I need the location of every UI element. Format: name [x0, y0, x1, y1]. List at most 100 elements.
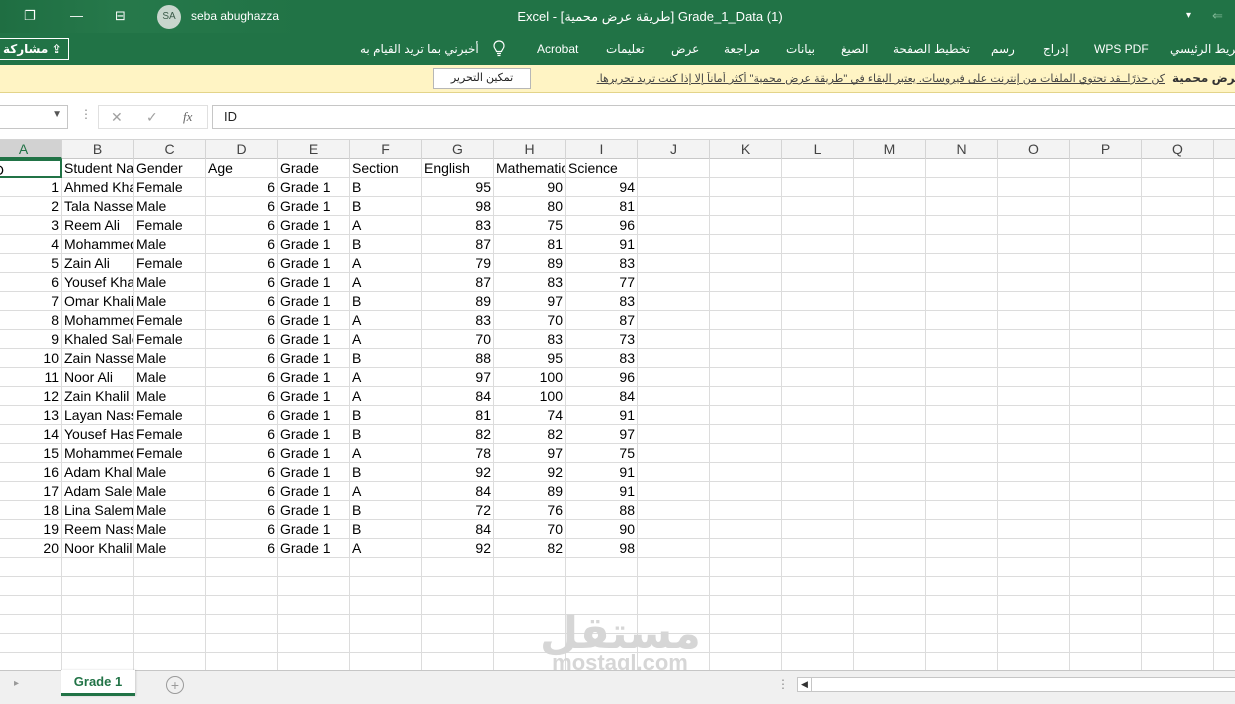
minimize-icon[interactable]: — [70, 6, 83, 26]
cancel-icon[interactable]: ✕ [111, 109, 123, 126]
cell[interactable]: Zain Nasser [62, 349, 134, 368]
cell[interactable] [1142, 558, 1214, 577]
cell[interactable] [638, 501, 710, 520]
cell[interactable] [278, 577, 350, 596]
cell[interactable] [422, 615, 494, 634]
cell[interactable] [1142, 596, 1214, 615]
cell[interactable] [998, 159, 1070, 178]
cell[interactable]: 83 [494, 273, 566, 292]
cell[interactable] [926, 577, 998, 596]
cell[interactable]: 96 [566, 216, 638, 235]
cell[interactable] [710, 653, 782, 670]
cell[interactable]: 88 [566, 501, 638, 520]
cell[interactable]: B [350, 406, 422, 425]
cell[interactable] [1142, 634, 1214, 653]
cell[interactable] [998, 634, 1070, 653]
cell[interactable] [566, 615, 638, 634]
cell[interactable] [638, 444, 710, 463]
cell[interactable]: B [350, 349, 422, 368]
cell[interactable] [854, 254, 926, 273]
cell[interactable] [854, 501, 926, 520]
cell[interactable] [1070, 444, 1142, 463]
cell[interactable]: Grade 1 [278, 330, 350, 349]
cell[interactable]: B [350, 178, 422, 197]
cell[interactable] [62, 615, 134, 634]
sheet-tab-grade-1[interactable]: Grade 1 [61, 670, 135, 696]
cell[interactable]: 79 [422, 254, 494, 273]
cell[interactable] [998, 482, 1070, 501]
cell[interactable] [1070, 596, 1142, 615]
cell[interactable] [926, 596, 998, 615]
cell[interactable] [782, 596, 854, 615]
cell[interactable] [0, 615, 62, 634]
cell[interactable] [638, 482, 710, 501]
cell[interactable]: Tala Nasser [62, 197, 134, 216]
cell[interactable]: Grade 1 [278, 539, 350, 558]
cell[interactable] [782, 159, 854, 178]
cell[interactable]: Male [134, 520, 206, 539]
add-sheet-icon[interactable]: + [166, 676, 184, 694]
cell[interactable] [998, 254, 1070, 273]
cell[interactable]: Grade 1 [278, 387, 350, 406]
cell[interactable] [206, 558, 278, 577]
cell[interactable]: 75 [566, 444, 638, 463]
cell[interactable] [1070, 387, 1142, 406]
cell[interactable]: Male [134, 273, 206, 292]
cell[interactable] [710, 178, 782, 197]
cell[interactable] [998, 406, 1070, 425]
cell[interactable] [1142, 653, 1214, 670]
cell[interactable] [206, 596, 278, 615]
cell[interactable]: Mohammed [62, 444, 134, 463]
cell[interactable]: 81 [494, 235, 566, 254]
cell[interactable]: 89 [494, 482, 566, 501]
cell[interactable] [998, 596, 1070, 615]
cell[interactable] [566, 577, 638, 596]
cell[interactable]: Female [134, 311, 206, 330]
cell[interactable]: 82 [422, 425, 494, 444]
cell[interactable] [998, 653, 1070, 670]
cell[interactable]: 97 [422, 368, 494, 387]
cell[interactable] [782, 387, 854, 406]
cell[interactable] [710, 406, 782, 425]
cell[interactable] [782, 615, 854, 634]
cell[interactable]: 97 [494, 292, 566, 311]
cell[interactable]: Male [134, 368, 206, 387]
cell[interactable] [638, 615, 710, 634]
cell[interactable]: A [350, 387, 422, 406]
cell[interactable] [494, 653, 566, 670]
cell[interactable] [1142, 577, 1214, 596]
cell[interactable]: Age [206, 159, 278, 178]
cell[interactable] [926, 178, 998, 197]
cell[interactable]: 82 [494, 425, 566, 444]
cell[interactable] [710, 387, 782, 406]
cell[interactable]: 7 [0, 292, 62, 311]
column-header-o[interactable]: O [998, 140, 1070, 159]
cell[interactable]: 2 [0, 197, 62, 216]
cell[interactable] [1142, 520, 1214, 539]
tab-page-layout[interactable]: تخطيط الصفحة [893, 42, 970, 56]
cell[interactable] [782, 292, 854, 311]
cell[interactable] [926, 159, 998, 178]
tab-insert[interactable]: إدراج [1043, 42, 1069, 56]
cell[interactable] [1142, 178, 1214, 197]
cell[interactable]: Grade 1 [278, 235, 350, 254]
column-header-b[interactable]: B [62, 140, 134, 159]
cell[interactable] [998, 273, 1070, 292]
cell[interactable] [278, 615, 350, 634]
tab-draw[interactable]: رسم [991, 42, 1015, 56]
cell[interactable] [926, 615, 998, 634]
cell[interactable] [1142, 235, 1214, 254]
cell[interactable] [998, 501, 1070, 520]
cell[interactable] [854, 197, 926, 216]
cell[interactable]: A [350, 330, 422, 349]
cell[interactable] [854, 653, 926, 670]
cell[interactable]: Grade 1 [278, 501, 350, 520]
cell[interactable]: 84 [422, 482, 494, 501]
cell[interactable]: 16 [0, 463, 62, 482]
cell[interactable]: 4 [0, 235, 62, 254]
cell[interactable] [134, 634, 206, 653]
cell[interactable] [1070, 520, 1142, 539]
drag-handle-icon[interactable]: ⋮ [80, 107, 92, 121]
cell[interactable] [638, 178, 710, 197]
cell[interactable] [494, 558, 566, 577]
